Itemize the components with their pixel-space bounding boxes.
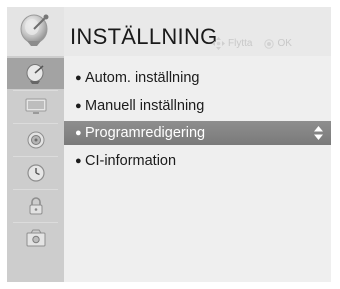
speaker-icon (27, 131, 44, 148)
options-icon (26, 229, 45, 246)
page-title: INSTÄLLNING (70, 24, 218, 49)
satellite-dish-icon (26, 63, 43, 84)
sidebar-item-picture[interactable] (7, 91, 64, 122)
hint-ok: OK (264, 38, 292, 49)
setup-menu: INSTÄLLNING Flytta OK ● Autom. inställni… (7, 7, 331, 282)
sidebar-item-audio[interactable] (7, 124, 64, 155)
key-hints: Flytta OK (212, 37, 292, 50)
ok-button-icon (264, 38, 275, 49)
bullet: ● (75, 72, 82, 84)
menu-item-manual-tuning[interactable]: ● Manuell inställning (64, 94, 331, 118)
sidebar-item-option[interactable] (7, 223, 64, 254)
bullet: ● (75, 155, 82, 167)
monitor-icon (25, 98, 46, 114)
bullet: ● (75, 100, 82, 112)
menu-item-label: Manuell inställning (85, 98, 205, 114)
sidebar-item-time[interactable] (7, 157, 64, 188)
clock-icon (26, 163, 45, 182)
menu-list: ● Autom. inställning ● Manuell inställni… (64, 56, 331, 282)
menu-header: INSTÄLLNING Flytta OK (7, 7, 331, 56)
hint-ok-label: OK (277, 38, 292, 49)
bullet: ● (75, 127, 82, 139)
hint-move-label: Flytta (228, 38, 253, 49)
menu-item-programme-edit[interactable]: ● Programredigering (64, 121, 331, 145)
satellite-dish-icon (7, 7, 64, 56)
menu-item-label: CI-information (85, 153, 177, 169)
menu-item-label: Autom. inställning (85, 70, 200, 86)
up-down-arrows-icon (314, 126, 323, 140)
sidebar-item-lock[interactable] (7, 190, 64, 221)
four-way-arrows-icon (212, 37, 225, 50)
menu-item-auto-tuning[interactable]: ● Autom. inställning (64, 66, 331, 90)
menu-item-label: Programredigering (85, 125, 206, 141)
padlock-icon (29, 196, 42, 214)
category-sidebar (7, 56, 64, 282)
menu-item-ci-information[interactable]: ● CI-information (64, 149, 331, 173)
sidebar-item-setup[interactable] (7, 58, 64, 89)
hint-move: Flytta (212, 37, 252, 50)
